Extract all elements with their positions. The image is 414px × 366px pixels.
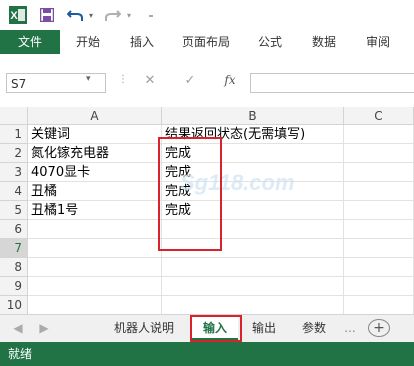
save-icon[interactable]	[38, 5, 56, 25]
name-box[interactable]: S7	[6, 73, 106, 93]
cell-c6[interactable]	[344, 220, 414, 239]
tab-file[interactable]: 文件	[0, 30, 60, 54]
column-header-a[interactable]: A	[28, 107, 162, 125]
row-header[interactable]: 6	[0, 220, 28, 239]
cell-c5[interactable]	[344, 201, 414, 220]
redo-icon[interactable]	[104, 5, 122, 25]
sheet-tab-output[interactable]: 输出	[244, 317, 284, 339]
input-tab-highlight-box	[190, 315, 242, 342]
row-header[interactable]: 5	[0, 201, 28, 220]
app-letter: X	[10, 10, 18, 22]
row-header[interactable]: 4	[0, 182, 28, 201]
select-all-corner[interactable]	[0, 107, 28, 125]
formula-bar-grip-icon: ⋮	[118, 74, 128, 85]
results-highlight-box	[158, 137, 222, 251]
redo-dropdown-icon[interactable]: ▾	[124, 5, 134, 25]
cell-c10[interactable]	[344, 296, 414, 315]
cell-a2[interactable]: 氮化镓充电器	[28, 144, 162, 163]
scroll-right-icon[interactable]: ▶	[36, 317, 52, 339]
column-header-b[interactable]: B	[162, 107, 344, 125]
scroll-left-icon[interactable]: ◀	[10, 317, 26, 339]
more-sheets-icon[interactable]: ...	[340, 317, 360, 339]
cell-a7[interactable]	[28, 239, 162, 258]
row-header[interactable]: 2	[0, 144, 28, 163]
sheet-tab-params[interactable]: 参数	[292, 317, 336, 339]
row-header[interactable]: 10	[0, 296, 28, 315]
quick-access-toolbar: X ▾ ▾ ₌	[0, 0, 414, 30]
tab-home[interactable]: 开始	[68, 30, 108, 54]
ribbon-tabs: 文件 开始 插入 页面布局 公式 数据 审阅	[0, 30, 414, 55]
row-header[interactable]: 7	[0, 239, 28, 258]
cell-a3[interactable]: 4070显卡	[28, 163, 162, 182]
cell-a1[interactable]: 关键词	[28, 125, 162, 144]
tab-review[interactable]: 审阅	[358, 30, 398, 54]
row-header[interactable]: 8	[0, 258, 28, 277]
cell-a6[interactable]	[28, 220, 162, 239]
cell-a10[interactable]	[28, 296, 162, 315]
cell-c2[interactable]	[344, 144, 414, 163]
cell-c4[interactable]	[344, 182, 414, 201]
cell-c7[interactable]	[344, 239, 414, 258]
cell-a9[interactable]	[28, 277, 162, 296]
cell-b9[interactable]	[162, 277, 344, 296]
customize-toolbar-icon[interactable]: ₌	[146, 5, 156, 25]
cell-c3[interactable]	[344, 163, 414, 182]
insert-function-icon[interactable]: fx	[220, 73, 240, 87]
add-sheet-icon[interactable]: +	[368, 319, 390, 337]
cell-c1[interactable]	[344, 125, 414, 144]
tab-formulas[interactable]: 公式	[250, 30, 290, 54]
tab-page-layout[interactable]: 页面布局	[176, 30, 236, 54]
excel-logo-icon: X	[8, 5, 28, 25]
tab-data[interactable]: 数据	[304, 30, 344, 54]
cell-c9[interactable]	[344, 277, 414, 296]
row-header[interactable]: 9	[0, 277, 28, 296]
confirm-icon[interactable]: ✓	[180, 73, 200, 88]
formula-input[interactable]	[250, 73, 414, 93]
status-bar: 就绪	[0, 342, 414, 366]
cell-b8[interactable]	[162, 258, 344, 277]
row-header[interactable]: 3	[0, 163, 28, 182]
column-header-c[interactable]: C	[344, 107, 414, 125]
row-header[interactable]: 1	[0, 125, 28, 144]
tab-insert[interactable]: 插入	[122, 30, 162, 54]
cell-c8[interactable]	[344, 258, 414, 277]
undo-dropdown-icon[interactable]: ▾	[86, 5, 96, 25]
cell-a8[interactable]	[28, 258, 162, 277]
cell-a5[interactable]: 丑橘1号	[28, 201, 162, 220]
cancel-icon[interactable]: ✕	[140, 73, 160, 88]
name-box-dropdown-icon[interactable]: ▾	[86, 74, 91, 84]
sheet-tab-robot-guide[interactable]: 机器人说明	[100, 317, 188, 339]
cell-a4[interactable]: 丑橘	[28, 182, 162, 201]
undo-icon[interactable]	[66, 5, 84, 25]
cell-b10[interactable]	[162, 296, 344, 315]
